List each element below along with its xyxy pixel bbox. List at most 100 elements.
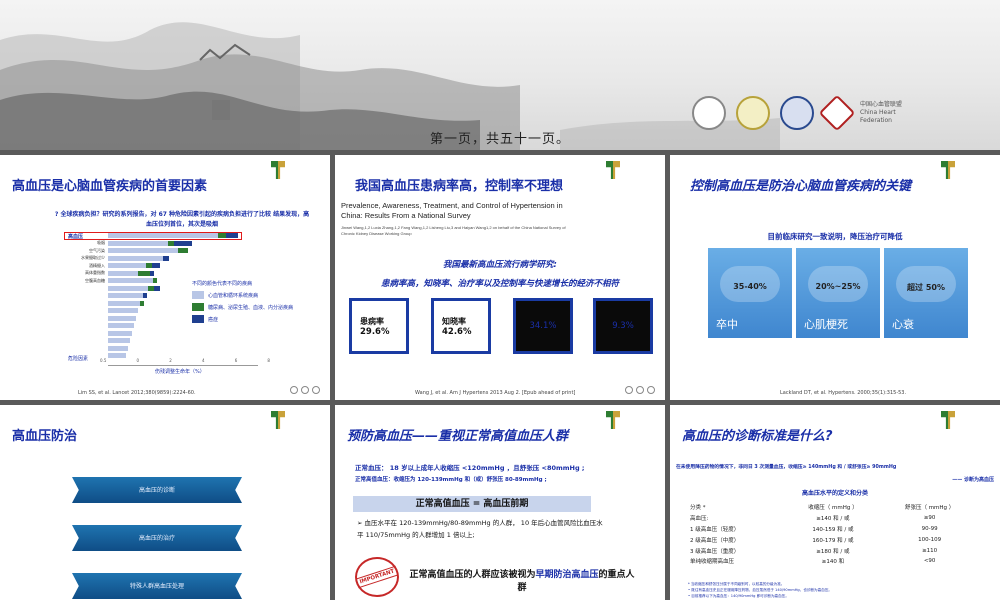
sponsor-logos: 中国心血管联盟 China Heart Federation: [692, 94, 920, 132]
key-message: 正常高值血压的人群应该被视为早期防治高血压的重点人群: [409, 570, 635, 593]
risk-bar: [108, 285, 160, 291]
table-cell: 100-109: [918, 536, 942, 543]
tick-label: 2: [169, 358, 172, 363]
table-cell: 分类 *: [690, 505, 706, 512]
factor-label: 吸烟: [97, 240, 105, 245]
table-cell: 收缩压（ mmHg ）: [808, 505, 858, 512]
normal-bp-definition: 正常血压： 18 岁以上成年人收缩压 <120mmHg ，且舒张压 <80mmH…: [355, 464, 585, 472]
table-cell: <90: [923, 558, 936, 565]
factor-label: 高体重指数: [85, 270, 105, 275]
title-banner: 中国心血管联盟 China Heart Federation 第一页，共五十一页…: [0, 0, 1000, 150]
outcome-tile-mi: 20%~25% 心肌梗死: [796, 248, 880, 338]
x-axis: [108, 365, 258, 366]
risk-bar: [108, 330, 132, 336]
table-cell: ≥90: [923, 515, 936, 522]
risk-bar: [108, 345, 128, 351]
china-heart-federation-text: 中国心血管联盟 China Heart Federation: [860, 101, 903, 124]
factor-label: [50, 315, 105, 321]
risk-bullet: ➢ 血压水平在 120-139mmHg/80-89mmHg 的人群， 10 年后…: [357, 519, 603, 539]
slide-title: 高血压的诊断标准是什么?: [682, 429, 833, 444]
slide-title: 高血压防治: [12, 429, 78, 444]
stat-box-control: 9.3%: [593, 298, 653, 354]
legend-title: 不同的颜色代表不同的疾病: [192, 281, 253, 287]
stat-box-awareness: 知晓率 42.6%: [431, 298, 491, 354]
outcome-tile-hf: 超过 50% 心衰: [884, 248, 968, 338]
risk-factor-label: 危险因素: [68, 356, 89, 362]
slide-subtitle: ? 全球疾病负担？研究的系列报告，对 67 种危险因素引起的疾病负担进行了比较 …: [54, 211, 310, 228]
table-cell: 舒张压（ mmHg ）: [904, 505, 955, 512]
slide-title: 预防高血压——重视正常高值血压人群: [347, 429, 569, 444]
table-cell: ≥180 和 / 或: [816, 548, 850, 555]
risk-bar: [108, 255, 169, 261]
factor-label: [50, 330, 105, 336]
outcome-tile-stroke: 35-40% 卒中: [708, 248, 792, 338]
risk-bar: [108, 300, 144, 306]
footer-logos: [290, 386, 320, 394]
corner-logo: [606, 411, 657, 429]
risk-bar: [108, 233, 238, 238]
reference: Lackland DT, et al. Hypertens. 2000;35(1…: [780, 390, 907, 396]
risk-bar: [108, 270, 154, 276]
slide-title: 我国高血压患病率高，控制率不理想: [355, 179, 564, 194]
tick-label: 6: [234, 358, 238, 363]
table-cell: 90-99: [921, 525, 938, 532]
factor-label: 空腹高血糖: [85, 277, 105, 283]
factor-label: [50, 338, 105, 344]
society-logo-1: [692, 96, 726, 130]
table-cell: 1 级高血压（轻度）: [690, 526, 740, 533]
legend-item: 癌症: [192, 315, 322, 323]
factor-label: 水果摄取过少: [81, 255, 105, 260]
factor-label: [50, 345, 105, 351]
corner-logo: [941, 161, 992, 179]
factor-label: [50, 308, 105, 314]
table-cell: 140-159 和 / 或: [812, 526, 854, 533]
prehypertension-banner: 正常高值血压 = 高血压前期: [353, 496, 591, 512]
legend: 不同的颜色代表不同的疾病 心血管和循环系统疾病 糖尿病、泌尿生殖、血液、内分泌疾…: [192, 280, 322, 327]
table-cell: 160-179 和 / 或: [812, 537, 854, 544]
tick-label: 4: [201, 358, 205, 363]
topic-ribbon-special: 特殊人群高血压处理: [72, 573, 242, 599]
bp-classification-table: 分类 * 收缩压（ mmHg ） 舒张压（ mmHg ） 高血压: ≥140 和 / 或…: [688, 502, 978, 567]
important-stamp-icon: IMPORTANT: [355, 557, 399, 597]
risk-bar: [108, 338, 130, 343]
table-row: 分类 * 收缩压（ mmHg ） 舒张压（ mmHg ）: [688, 502, 978, 513]
paper-excerpt: Prevalence, Awareness, Treatment, and Co…: [341, 201, 571, 237]
table-row: 2 级高血压（中度） 160-179 和 / 或 100-109: [688, 534, 978, 545]
table-cell: ≥110: [922, 547, 938, 554]
diagnosis-conclusion: —— 诊断为高血压: [952, 477, 994, 483]
topic-ribbon-diagnosis: 高血压的诊断: [72, 477, 242, 503]
slide-subtitle: 目前临床研究一致说明，降压治疗可降低: [767, 232, 903, 241]
study-heading: 我国最新高血压流行病学研究:: [443, 260, 557, 270]
slide-thumbnail-1[interactable]: 高血压是心脑血管疾病的首要因素 ? 全球疾病负担？研究的系列报告，对 67 种危…: [0, 155, 330, 400]
reference: Lim SS, et al. Lancet 2012;380(9859):222…: [78, 390, 196, 396]
stat-box-prevalence: 患病率 29.6%: [349, 298, 409, 354]
slide-title: 高血压是心脑血管疾病的首要因素: [12, 179, 208, 194]
paper-title: Prevalence, Awareness, Treatment, and Co…: [341, 201, 563, 220]
x-axis-ticks: 0.5 0 2 4 6 8: [100, 358, 270, 363]
corner-logo: [941, 411, 992, 429]
factor-label: 空气污染: [89, 247, 105, 253]
study-finding: 患病率高，知晓率、治疗率以及控制率与快速增长的经济不相符: [380, 279, 619, 289]
risk-bar: [108, 293, 147, 298]
factor-labels: 吸烟 空气污染 水果摄取过少 酒精摄入 高体重指数 空腹高血糖: [50, 233, 105, 366]
corner-logo: [271, 161, 322, 179]
table-title: 高血压水平的定义和分类: [801, 490, 868, 497]
risk-bar: [108, 315, 136, 321]
table-row: 3 级高血压（重度） ≥180 和 / 或 ≥110: [688, 545, 978, 556]
topic-ribbon-treatment: 高血压的治疗: [72, 525, 242, 551]
slide-thumbnail-3[interactable]: 控制高血压是防治心脑血管疾病的关键 目前临床研究一致说明，降压治疗可降低 35-…: [670, 155, 1000, 400]
reference: Wang J, et al. Am J Hypertens 2013 Aug 2…: [415, 390, 576, 396]
slide-thumbnail-4[interactable]: 高血压防治 高血压的诊断 高血压的治疗 特殊人群高血压处理: [0, 405, 330, 600]
table-cell: 高血压:: [690, 516, 709, 523]
slide-thumbnail-6[interactable]: 高血压的诊断标准是什么? 在未使用降压药物的情况下，非同日 3 次测量血压，收缩…: [670, 405, 1000, 600]
society-logo-3: [780, 96, 814, 130]
risk-bar: [108, 240, 192, 246]
slide-thumbnail-2[interactable]: 我国高血压患病率高，控制率不理想 Prevalence, Awareness, …: [335, 155, 665, 400]
slide-thumbnail-5[interactable]: 预防高血压——重视正常高值血压人群 正常血压： 18 岁以上成年人收缩压 <12…: [335, 405, 665, 600]
factor-label: [50, 300, 105, 306]
table-row: 1 级高血压（轻度） 140-159 和 / 或 90-99: [688, 524, 978, 535]
risk-bar: [108, 308, 138, 313]
risk-bar: [108, 278, 157, 283]
corner-logo: [271, 411, 322, 429]
tick-label: 0.5: [100, 358, 107, 363]
